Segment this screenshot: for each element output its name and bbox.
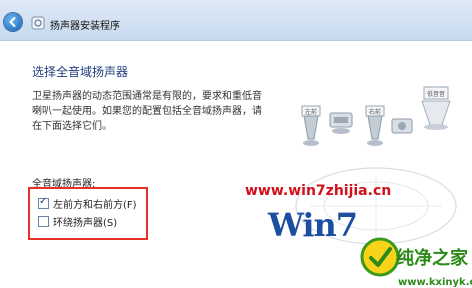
highlight-box [28, 187, 148, 240]
page-heading: 选择全音域扬声器 [32, 65, 129, 79]
speaker-sub-icon [391, 118, 413, 134]
brand-url: www.kxinyk.com [398, 277, 472, 288]
page-description: 卫星扬声器的动态范围通常是有限的，要求和重低音喇叭一起使用。如果您的配置包括全音… [32, 91, 262, 132]
win7-logo: Win7 [268, 206, 358, 244]
speaker-front-right-label: 右前 [369, 108, 381, 116]
back-button[interactable] [4, 13, 22, 31]
speaker-subwoofer-label: 低音音 [427, 90, 445, 98]
brand-name: 纯净之家 [396, 248, 468, 269]
speaker-center-icon [329, 112, 353, 134]
window-title: 扬声器安装程序 [50, 21, 120, 32]
speaker-front-left-label: 左前 [305, 108, 317, 116]
speaker-icon [31, 16, 45, 30]
back-arrow-icon [9, 17, 16, 27]
watermark-site: www.win7zhijia.cn [245, 183, 392, 199]
main-content: 选择全音域扬声器 卫星扬声器的动态范围通常是有限的，要求和重低音喇叭一起使用。如… [0, 40, 472, 288]
brand-logo-icon [360, 237, 400, 277]
title-bar: 扬声器安装程序 [0, 0, 472, 40]
